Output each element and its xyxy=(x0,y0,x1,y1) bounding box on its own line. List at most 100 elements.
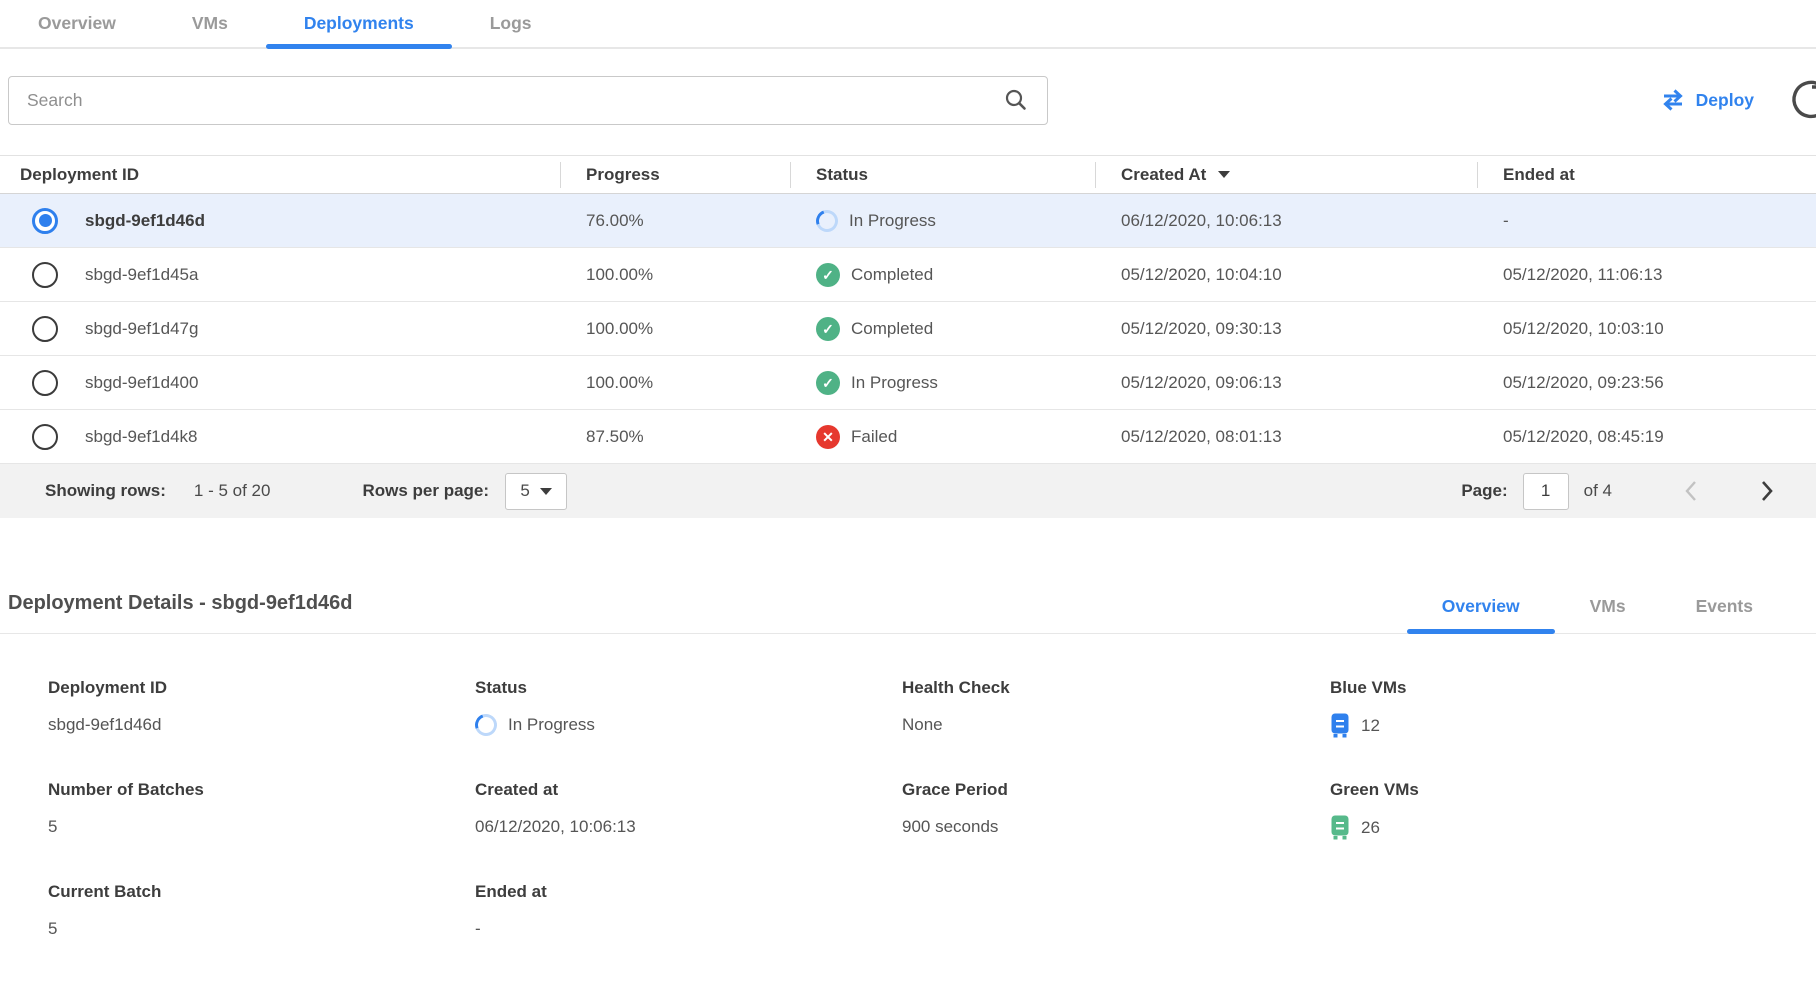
field-health-check: Health Check None xyxy=(902,678,1330,738)
deployments-table: Deployment ID Progress Status Created At… xyxy=(0,155,1816,518)
search-input[interactable] xyxy=(27,90,1003,111)
created-at-cell: 05/12/2020, 10:04:10 xyxy=(1095,248,1477,301)
col-header-deployment-id: Deployment ID xyxy=(0,156,560,193)
status-label: Failed xyxy=(851,427,897,447)
col-header-label: Status xyxy=(816,165,868,185)
table-header-row: Deployment ID Progress Status Created At… xyxy=(0,155,1816,194)
field-grace-period: Grace Period 900 seconds xyxy=(902,780,1330,840)
in-progress-spinner-icon xyxy=(812,206,841,235)
in-progress-spinner-icon xyxy=(471,710,500,739)
page-number-input[interactable] xyxy=(1523,473,1569,510)
details-tab-vms[interactable]: VMs xyxy=(1555,584,1661,633)
field-value: sbgd-9ef1d46d xyxy=(48,713,475,737)
col-header-label: Deployment ID xyxy=(20,165,139,185)
showing-rows-label: Showing rows: xyxy=(45,481,166,501)
row-radio[interactable] xyxy=(32,424,58,450)
status-label: In Progress xyxy=(851,373,938,393)
field-label: Ended at xyxy=(475,882,902,902)
ended-at-cell: 05/12/2020, 08:45:19 xyxy=(1477,410,1816,463)
field-current-batch: Current Batch 5 xyxy=(48,882,475,941)
ended-at-cell: 05/12/2020, 10:03:10 xyxy=(1477,302,1816,355)
search-icon xyxy=(1003,87,1029,113)
rows-per-page-select[interactable]: 5 xyxy=(505,473,567,510)
previous-page-button[interactable] xyxy=(1684,479,1698,503)
vm-server-icon xyxy=(1330,815,1350,840)
progress-cell: 100.00% xyxy=(560,302,790,355)
table-row[interactable]: sbgd-9ef1d400 100.00% ✓ In Progress 05/1… xyxy=(0,356,1816,410)
field-value: 5 xyxy=(48,815,475,839)
tab-vms[interactable]: VMs xyxy=(154,1,266,47)
deployment-id-cell: sbgd-9ef1d45a xyxy=(85,265,198,285)
status-label: Completed xyxy=(851,265,933,285)
field-value: 900 seconds xyxy=(902,815,1330,839)
swap-arrows-icon xyxy=(1660,89,1686,111)
deployment-id-cell: sbgd-9ef1d4k8 xyxy=(85,427,197,447)
deployment-id-cell: sbgd-9ef1d46d xyxy=(85,211,205,231)
next-page-button[interactable] xyxy=(1760,479,1774,503)
sort-desc-icon[interactable] xyxy=(1218,171,1230,178)
field-value: 12 xyxy=(1361,716,1380,736)
page-label: Page: xyxy=(1461,481,1507,501)
toolbar: Deploy xyxy=(0,75,1816,125)
field-number-of-batches: Number of Batches 5 xyxy=(48,780,475,840)
created-at-cell: 05/12/2020, 08:01:13 xyxy=(1095,410,1477,463)
col-header-label: Ended at xyxy=(1503,165,1575,185)
field-label: Deployment ID xyxy=(48,678,475,698)
created-at-cell: 05/12/2020, 09:30:13 xyxy=(1095,302,1477,355)
status-cell: In Progress xyxy=(790,194,1095,247)
field-label: Grace Period xyxy=(902,780,1330,800)
field-label: Number of Batches xyxy=(48,780,475,800)
progress-cell: 76.00% xyxy=(560,194,790,247)
status-cell: ✓ Completed xyxy=(790,248,1095,301)
refresh-icon[interactable] xyxy=(1788,76,1816,122)
deploy-button[interactable]: Deploy xyxy=(1660,89,1754,111)
field-value: 26 xyxy=(1361,818,1380,838)
col-header-label: Progress xyxy=(586,165,660,185)
created-at-cell: 05/12/2020, 09:06:13 xyxy=(1095,356,1477,409)
status-cell: ✕ Failed xyxy=(790,410,1095,463)
status-cell: ✓ Completed xyxy=(790,302,1095,355)
details-fields-grid: Deployment ID sbgd-9ef1d46d Status In Pr… xyxy=(0,678,1816,983)
field-label: Blue VMs xyxy=(1330,678,1816,698)
progress-cell: 87.50% xyxy=(560,410,790,463)
rows-per-page-value: 5 xyxy=(520,481,529,501)
chevron-down-icon xyxy=(540,488,552,495)
field-value: 06/12/2020, 10:06:13 xyxy=(475,815,902,839)
field-value: 5 xyxy=(48,917,475,941)
chevron-right-icon xyxy=(1760,479,1774,503)
chevron-left-icon xyxy=(1684,479,1698,503)
details-tabbar: Overview VMs Events xyxy=(1407,584,1788,633)
details-tab-overview[interactable]: Overview xyxy=(1407,584,1555,633)
row-radio[interactable] xyxy=(32,316,58,342)
progress-cell: 100.00% xyxy=(560,356,790,409)
field-green-vms: Green VMs 26 xyxy=(1330,780,1816,840)
ended-at-cell: 05/12/2020, 11:06:13 xyxy=(1477,248,1816,301)
field-ended-at: Ended at - xyxy=(475,882,902,941)
field-label: Created at xyxy=(475,780,902,800)
tab-overview[interactable]: Overview xyxy=(0,1,154,47)
col-header-label: Created At xyxy=(1121,165,1206,185)
ended-at-cell: - xyxy=(1477,194,1816,247)
row-radio[interactable] xyxy=(32,208,58,234)
table-row[interactable]: sbgd-9ef1d46d 76.00% In Progress 06/12/2… xyxy=(0,194,1816,248)
status-label: In Progress xyxy=(849,211,936,231)
field-value: None xyxy=(902,713,1330,737)
tab-deployments[interactable]: Deployments xyxy=(266,1,452,47)
field-created-at: Created at 06/12/2020, 10:06:13 xyxy=(475,780,902,840)
created-at-cell: 06/12/2020, 10:06:13 xyxy=(1095,194,1477,247)
details-tab-events[interactable]: Events xyxy=(1661,584,1788,633)
tab-logs[interactable]: Logs xyxy=(452,1,570,47)
table-row[interactable]: sbgd-9ef1d4k8 87.50% ✕ Failed 05/12/2020… xyxy=(0,410,1816,464)
field-deployment-id: Deployment ID sbgd-9ef1d46d xyxy=(48,678,475,738)
field-status: Status In Progress xyxy=(475,678,902,738)
search-box[interactable] xyxy=(8,76,1048,125)
field-value: In Progress xyxy=(508,715,595,735)
check-circle-icon: ✓ xyxy=(816,371,840,395)
table-row[interactable]: sbgd-9ef1d47g 100.00% ✓ Completed 05/12/… xyxy=(0,302,1816,356)
row-radio[interactable] xyxy=(32,262,58,288)
field-blue-vms: Blue VMs 12 xyxy=(1330,678,1816,738)
page-total: of 4 xyxy=(1584,481,1612,501)
table-row[interactable]: sbgd-9ef1d45a 100.00% ✓ Completed 05/12/… xyxy=(0,248,1816,302)
col-header-created-at[interactable]: Created At xyxy=(1095,156,1477,193)
row-radio[interactable] xyxy=(32,370,58,396)
